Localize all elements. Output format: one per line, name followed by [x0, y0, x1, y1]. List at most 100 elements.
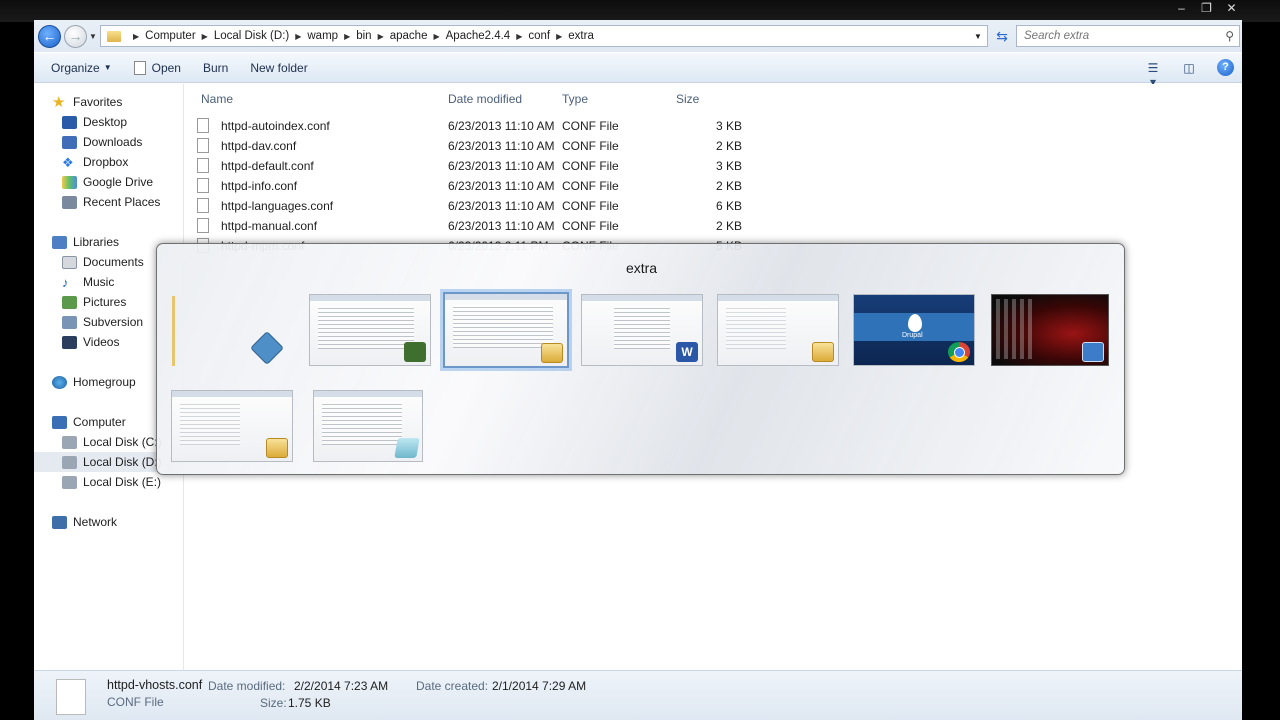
- nav-label: Homegroup: [73, 375, 136, 389]
- details-created-value: 2/1/2014 7:29 AM: [492, 679, 587, 693]
- burn-label: Burn: [202, 60, 229, 75]
- file-row[interactable]: httpd-autoindex.conf 6/23/2013 11:10 AM CO…: [197, 116, 797, 136]
- screen-top-frame: – ❐ ✕: [0, 0, 1280, 22]
- file-size: 6 KB: [716, 199, 743, 213]
- network-icon: [52, 515, 67, 529]
- switcher-thumb-explorer-active[interactable]: [443, 292, 569, 368]
- recent-pages-dropdown-icon[interactable]: ▼: [89, 32, 97, 41]
- preview-pane-icon[interactable]: ◫: [1181, 61, 1197, 75]
- chart-app-icon: [404, 342, 426, 362]
- chevron-right-icon[interactable]: ▶: [344, 32, 350, 41]
- star-icon: ★: [52, 93, 66, 111]
- nav-label: Google Drive: [83, 175, 154, 189]
- breadcrumb-computer[interactable]: Computer: [145, 30, 196, 42]
- organize-button[interactable]: Organize ▼: [51, 61, 112, 75]
- task-switcher: extra W Drupal: [156, 243, 1125, 475]
- search-box[interactable]: ⚲: [1016, 25, 1240, 47]
- breadcrumb-apache244[interactable]: Apache2.4.4: [446, 30, 511, 42]
- chevron-right-icon[interactable]: ▶: [433, 32, 439, 41]
- nav-label: Subversion: [83, 315, 144, 329]
- open-label: Open: [151, 60, 181, 75]
- switcher-thumb-xampp[interactable]: [217, 294, 297, 366]
- file-size: 3 KB: [716, 159, 743, 173]
- libraries-icon: [52, 235, 67, 249]
- file-date: 6/23/2013 11:10 AM: [448, 119, 555, 133]
- organize-label: Organize: [51, 60, 100, 75]
- file-row[interactable]: httpd-info.conf 6/23/2013 11:10 AM CONF Fi…: [197, 176, 797, 196]
- folder-icon: [812, 342, 834, 362]
- address-dropdown-icon[interactable]: ▼: [974, 32, 982, 41]
- file-row[interactable]: httpd-default.conf 6/23/2013 11:10 AM CONF…: [197, 156, 797, 176]
- breadcrumb-local-disk-d[interactable]: Local Disk (D:): [214, 30, 289, 42]
- column-header-type[interactable]: Type: [562, 88, 588, 110]
- breadcrumb-wamp[interactable]: wamp: [307, 30, 338, 42]
- column-header-name[interactable]: Name: [201, 88, 233, 110]
- file-size: 2 KB: [716, 219, 743, 233]
- nav-network[interactable]: Network: [52, 512, 202, 532]
- file-type: CONF File: [562, 199, 619, 213]
- nav-label: Libraries: [73, 235, 120, 249]
- music-icon: ♪: [62, 274, 69, 290]
- forward-button[interactable]: →: [64, 25, 87, 48]
- forward-arrow-icon: →: [68, 28, 83, 44]
- chevron-right-icon[interactable]: ▶: [133, 32, 139, 41]
- burn-button[interactable]: Burn: [203, 61, 228, 75]
- toolbar-right: ☰ ▾ ◫ ?: [1145, 59, 1234, 89]
- column-header-date[interactable]: Date modified: [448, 88, 522, 110]
- breadcrumb-extra[interactable]: extra: [568, 30, 594, 42]
- file-name: httpd-autoindex.conf: [221, 119, 330, 133]
- switcher-thumb-notepad[interactable]: [313, 390, 423, 462]
- file-date: 6/23/2013 11:10 AM: [448, 139, 555, 153]
- search-input[interactable]: [1024, 30, 1204, 42]
- restore-button[interactable]: ❐: [1194, 0, 1219, 18]
- address-bar[interactable]: ▶ Computer ▶ Local Disk (D:) ▶ wamp ▶ bin ▶ …: [100, 25, 988, 47]
- folder-icon: [541, 343, 563, 363]
- switcher-thumb-explorer-2[interactable]: [717, 294, 839, 366]
- chrome-icon: [948, 342, 970, 362]
- nav-label: Documents: [83, 255, 144, 269]
- close-button[interactable]: ✕: [1219, 0, 1244, 18]
- chevron-right-icon[interactable]: ▶: [516, 32, 522, 41]
- switcher-thumb-explorer-3[interactable]: [171, 390, 293, 462]
- breadcrumb-apache[interactable]: apache: [390, 30, 428, 42]
- chevron-right-icon[interactable]: ▶: [295, 32, 301, 41]
- search-icon[interactable]: ⚲: [1225, 29, 1234, 43]
- xampp-icon: [250, 331, 284, 365]
- nav-label: Local Disk (D:): [83, 455, 162, 469]
- switcher-thumb-word[interactable]: W: [581, 294, 703, 366]
- change-view-icon[interactable]: ☰ ▾: [1145, 61, 1161, 89]
- minimize-button[interactable]: –: [1169, 0, 1194, 18]
- file-row[interactable]: httpd-manual.conf 6/23/2013 11:10 AM CONF …: [197, 216, 797, 236]
- back-button[interactable]: ←: [38, 25, 61, 48]
- switcher-thumb-desktop[interactable]: [991, 294, 1109, 366]
- breadcrumb-conf[interactable]: conf: [528, 30, 550, 42]
- file-type: CONF File: [562, 179, 619, 193]
- file-name: httpd-dav.conf: [221, 139, 297, 153]
- column-header-size[interactable]: Size: [676, 88, 699, 110]
- file-type: CONF File: [562, 159, 619, 173]
- chevron-right-icon[interactable]: ▶: [556, 32, 562, 41]
- computer-icon: [52, 415, 67, 429]
- open-button[interactable]: Open: [133, 60, 181, 75]
- nav-label: Pictures: [83, 295, 127, 309]
- breadcrumb-bin[interactable]: bin: [356, 30, 371, 42]
- command-toolbar: Organize ▼ Open Burn New folder ☰ ▾ ◫ ?: [34, 53, 1242, 89]
- nav-label: Local Disk (E:): [83, 475, 162, 489]
- nav-label: Downloads: [83, 135, 143, 149]
- file-name: httpd-languages.conf: [221, 199, 334, 213]
- nav-label: Recent Places: [83, 195, 161, 209]
- switcher-thumb-spreadsheet[interactable]: [309, 294, 431, 366]
- chevron-right-icon[interactable]: ▶: [202, 32, 208, 41]
- nav-favorites[interactable]: ★ Favorites: [52, 92, 202, 112]
- new-folder-button[interactable]: New folder: [250, 61, 307, 75]
- documents-icon: [62, 255, 77, 269]
- switcher-thumb-chrome-drupal[interactable]: Drupal: [853, 294, 975, 366]
- file-row[interactable]: httpd-dav.conf 6/23/2013 11:10 AM CONF Fil…: [197, 136, 797, 156]
- drupal-text: Drupal: [902, 332, 923, 339]
- file-row[interactable]: httpd-languages.conf 6/23/2013 11:10 AM CO…: [197, 196, 797, 216]
- address-row: ← → ▼ ▶ Computer ▶ Local Disk (D:) ▶ wamp ▶…: [34, 20, 1242, 52]
- help-icon[interactable]: ?: [1217, 59, 1234, 76]
- recent-places-icon: [62, 195, 77, 209]
- chevron-right-icon[interactable]: ▶: [378, 32, 384, 41]
- refresh-icon[interactable]: ⇆: [992, 26, 1012, 46]
